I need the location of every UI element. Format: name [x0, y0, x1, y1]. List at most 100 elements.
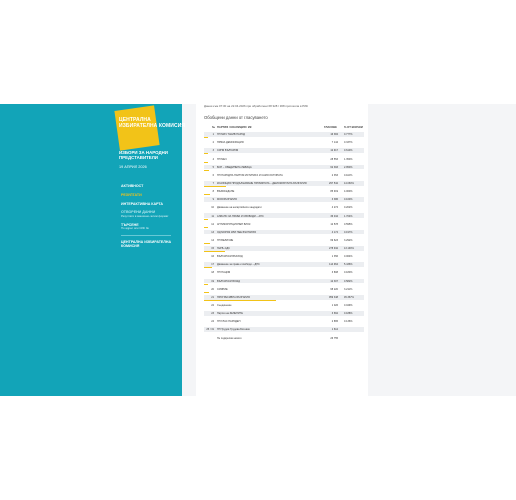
row-percent: 0.610%: [344, 149, 353, 153]
table-row[interactable]: 7 КОАЛИЦИЯ ПРОДЪЛЖАВАМЕ ПРОМЯНАТА – ДЕМОК…: [204, 180, 364, 187]
row-party-name: ПП МЕЧ: [217, 157, 227, 161]
row-party-name: ПП НАЦИЯ: [217, 271, 231, 275]
table-row[interactable]: 9 МОЯ БЪЛГАРИЯ 3 386 0.160%: [204, 197, 364, 202]
nav-item-label: РЕЗУЛТАТИ: [121, 192, 142, 197]
table-row[interactable]: 5 БСП – ОБЕДИНЕНА ЛЕВИЦА 62 393 2.950%: [204, 164, 364, 171]
table-row[interactable]: 25 / 31 ПП Трудов Трудова Ботевия 1 612: [204, 327, 364, 333]
row-votes: 1 356: [331, 255, 338, 259]
row-percent: 0.188%: [344, 312, 353, 316]
vote-share-bar: [204, 251, 225, 252]
table-row[interactable]: 6 ПП НАРОДНА ПАРТИЯ ИСТИНАТА И САМО ИСТИН…: [204, 173, 364, 178]
row-number: 19: [211, 279, 214, 283]
row-party-name: МОЯ БЪЛГАРИЯ: [217, 198, 237, 202]
row-party-name: Съединение: [217, 304, 232, 308]
row-votes: 3 386: [331, 198, 338, 202]
row-percent: 3.211%: [344, 287, 353, 291]
row-percent: 0.160%: [344, 198, 353, 202]
row-number: 12: [211, 222, 214, 226]
row-percent: 2.950%: [344, 165, 353, 169]
table-row[interactable]: 19 БЪЛГАРСКИ ВОЖД 12 307 0.582%: [204, 278, 364, 285]
column-header-number: №: [212, 126, 215, 129]
vote-share-bar: [204, 242, 211, 244]
table-row[interactable]: 21 ПРОГРЕСИВНА БЪЛГАРИЯ 959 348 45.367%: [204, 294, 364, 301]
vote-share-bar: [204, 226, 208, 228]
table-row[interactable]: 20 СИЯНИЕ 68 220 3.211%: [204, 287, 364, 293]
row-votes: 36 044: [330, 214, 338, 218]
row-votes: 2 353: [331, 173, 338, 177]
row-party-name: Движение за права и свободи – ДПС: [217, 263, 260, 267]
nav-item-open-data[interactable]: ОТВОРЕНИ ДАННИ Резултати в машинно-четим…: [121, 210, 179, 218]
row-party-name: АЛИАНС ЗА ПРАВА И СВОБОДИ – АПС: [217, 214, 264, 218]
row-party-name: СИЯНИЕ: [217, 287, 228, 291]
logo-text[interactable]: ЦЕНТРАЛНА ИЗБИРАТЕЛНА КОМИСИЯ: [119, 117, 189, 129]
table-row[interactable]: 13 ОД МОРЯК ИЛИ НЕЕ БЪЛГАРИЯ 4 174 0.197%: [204, 229, 364, 235]
row-votes: 114 964: [329, 263, 338, 267]
row-number: 24: [211, 320, 214, 324]
row-number: 8: [212, 190, 214, 194]
row-number: 10: [211, 206, 214, 210]
row-party-name: БСП – ОБЕДИНЕНА ЛЕВИЦА: [217, 165, 252, 169]
table-row[interactable]: 10 Движение на непартийните кандидати 4 27…: [204, 205, 364, 210]
data-source-note: Данни към 07:30 на 22.04.2026 при обрабо…: [204, 104, 308, 108]
table-row[interactable]: 18 ПП НАЦИЯ 3 808 0.180%: [204, 270, 364, 275]
nav-item-sublabel: По адрес или СИК №: [121, 225, 149, 230]
nav-item-interactive-map[interactable]: ИНТЕРАКТИВНА КАРТА: [121, 202, 179, 206]
row-votes: 16 384: [330, 133, 338, 137]
column-header-votes[interactable]: ГЛАСОВЕ: [324, 126, 337, 129]
table-row[interactable]: 2 ПРЯКА ДЕМОКРАЦИЯ 7 144 0.337%: [204, 140, 364, 145]
row-party-name: ВЪЗРАЖДАНЕ: [217, 190, 235, 194]
row-number: 18: [211, 271, 214, 275]
table-row[interactable]: 3 СИНЯ БЪЛГАРИЯ 12 917 0.610%: [204, 148, 364, 155]
row-number: 2: [212, 141, 214, 145]
table-row[interactable]: 24 ПП ГЛАС НАРОДЕН 2 865 0.136%: [204, 319, 364, 324]
table-row[interactable]: 16 БЪЛГАРСКИ ВЪЗХОД 1 356 0.064%: [204, 254, 364, 259]
row-percent: 13.190%: [344, 247, 354, 251]
section-title: Обобщени данни от гласуването: [204, 115, 268, 120]
nav-item-results[interactable]: РЕЗУЛТАТИ: [121, 193, 179, 197]
row-votes: 68 220: [330, 287, 338, 291]
vote-share-bar: [204, 153, 208, 155]
row-party-name: АНТИКОРУПЦИОНЕН БЛОК: [217, 222, 251, 226]
nav-divider: [121, 234, 171, 236]
table-row[interactable]: 22 Съединение 1 026 0.049%: [204, 303, 364, 308]
table-row[interactable]: 17 Движение за права и свободи – ДПС 114 9…: [204, 262, 364, 269]
row-number: 6: [212, 173, 214, 177]
nav-item-label: ИНТЕРАКТИВНА КАРТА: [121, 201, 163, 206]
table-row[interactable]: 8 ВЪЗРАЖДАНЕ 85 919 4.060%: [204, 189, 364, 195]
row-number: 5: [212, 165, 214, 169]
row-party-name: ПП НАРОДНА ПАРТИЯ ИСТИНАТА И САМО ИСТИНА…: [217, 173, 283, 177]
table-row[interactable]: 15 ГЕРБ–СДС 278 942 13.190%: [204, 245, 364, 252]
table-row[interactable]: 12 АНТИКОРУПЦИОНЕН БЛОК 12 578 0.595%: [204, 222, 364, 228]
column-header-percent[interactable]: % ОТ ВСИЧКИ: [344, 126, 363, 129]
table-row[interactable]: 14 ПП ВЕЛИЧИЕ 69 623 3.292%: [204, 238, 364, 244]
row-percent: 0.595%: [344, 222, 353, 226]
table-row[interactable]: Не подкрепям никого 26 755: [204, 336, 364, 341]
row-number: 25 / 31: [206, 328, 214, 332]
row-percent: 0.337%: [344, 141, 353, 145]
table-row[interactable]: 11 АЛИАНС ЗА ПРАВА И СВОБОДИ – АПС 36 044 1…: [204, 213, 364, 220]
vote-share-bar: [204, 291, 209, 293]
row-number: 22: [211, 304, 214, 308]
column-header-party[interactable]: ПАРТИЯ / КОАЛИЦИЯ / ИК: [217, 126, 251, 129]
row-party-name: БЪЛГАРСКИ ВОЖД: [217, 279, 240, 283]
row-votes: 4 274: [331, 206, 338, 210]
row-party-name: ПП ВЕЛИЧИЕ: [217, 238, 234, 242]
vote-share-bar: [204, 169, 209, 171]
row-percent: 0.180%: [344, 271, 353, 275]
row-percent: 1.350%: [344, 157, 353, 161]
vote-share-bar: [204, 267, 212, 269]
nav-item-label: АКТИВНОСТ: [121, 184, 144, 188]
table-row[interactable]: 4 ПП МЕЧ 28 553 1.350%: [204, 156, 364, 163]
results-table: 1 ПП МИЧ ТАКИВ НАРОД 16 384 0.777% 2 ПРЯКА ДЕ…: [204, 132, 364, 344]
vote-share-bar: [204, 283, 208, 285]
nav-footer-link[interactable]: ЦЕНТРАЛНА ИЗБИРАТЕЛНА КОМИСИЯ: [121, 240, 179, 249]
election-title: ИЗБОРИ ЗА НАРОДНИ ПРЕДСТАВИТЕЛИ: [119, 150, 168, 160]
table-row[interactable]: 1 ПП МИЧ ТАКИВ НАРОД 16 384 0.777%: [204, 132, 364, 138]
row-votes: 4 174: [331, 230, 338, 234]
nav-item-turnout[interactable]: АКТИВНОСТ: [121, 184, 179, 188]
row-number: 11: [211, 214, 214, 218]
row-number: 23: [211, 312, 214, 316]
row-percent: 0.110%: [344, 173, 353, 177]
nav-item-search[interactable]: ТЪРСЕНЕ По адрес или СИК №: [121, 223, 179, 231]
table-row[interactable]: 23 Партия на ЗЕЛЕНИТЕ 3 662 0.188%: [204, 311, 364, 316]
